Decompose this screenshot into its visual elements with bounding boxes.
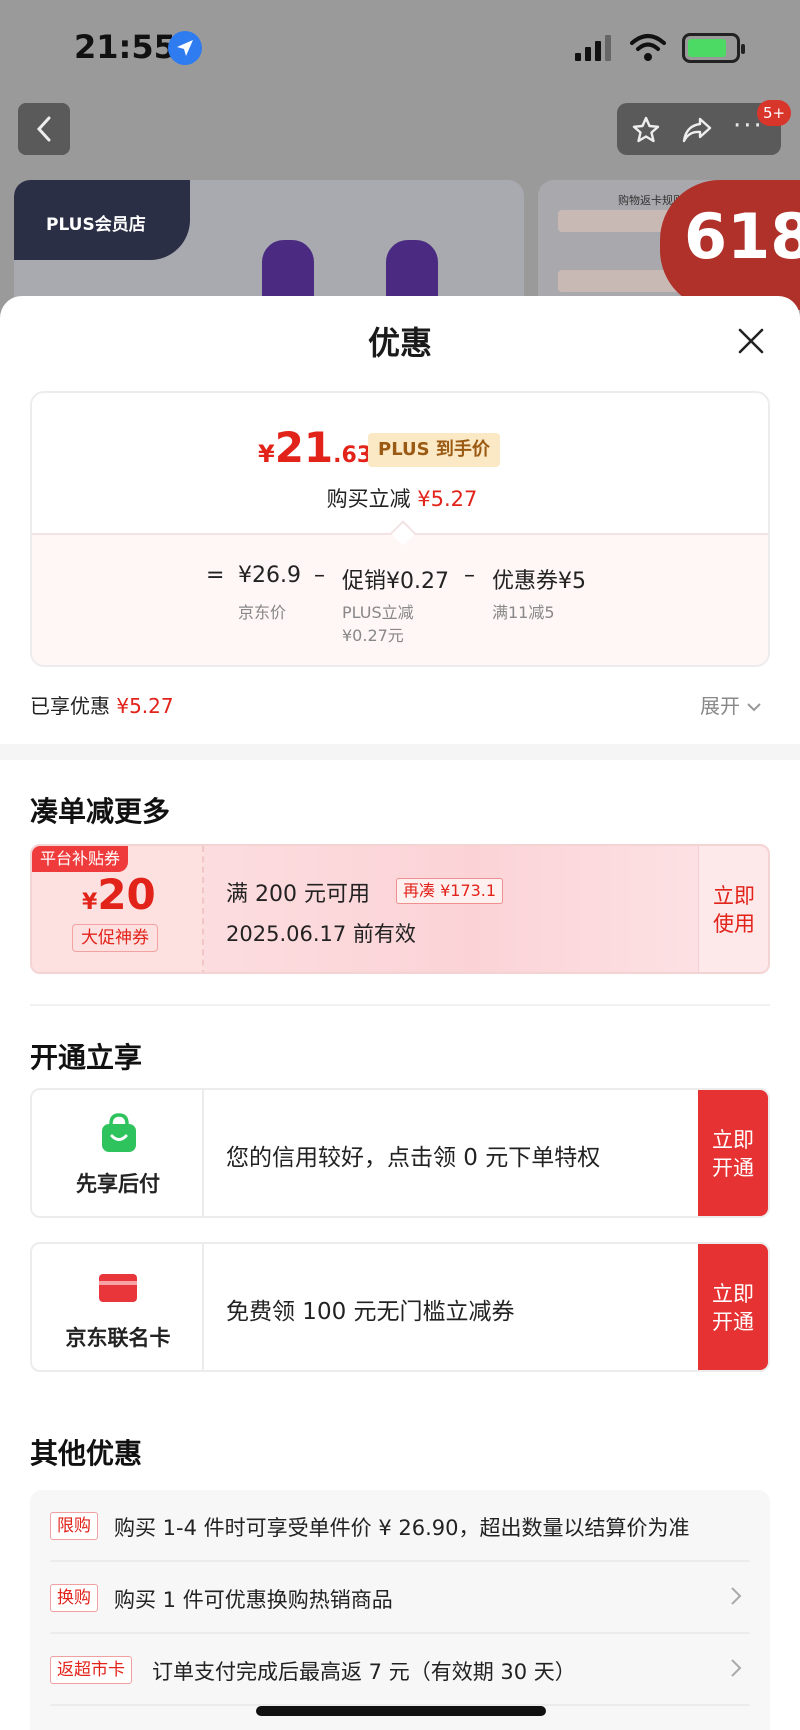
chevron-right-icon — [731, 1659, 742, 1677]
coupon-tag: 平台补贴券 — [32, 846, 129, 872]
calc-minus: – — [314, 563, 325, 588]
service-name: 京东联名卡 — [65, 1326, 171, 1350]
offer-text: 订单支付完成后最高返 7 元（有效期 30 天） — [152, 1660, 576, 1684]
section-title-more: 凑单减更多 — [30, 795, 171, 828]
discount-sheet: 优惠 ¥21.63 PLUS 到手价 购买立减 ¥5.27 = ¥26.9 – … — [0, 296, 800, 1730]
offer-text: 购买 1-4 件时可享受单件价 ¥ 26.90，超出数量以结算价为准 — [114, 1516, 690, 1540]
other-offers-list: 限购 购买 1-4 件时可享受单件价 ¥ 26.90，超出数量以结算价为准 换购… — [30, 1490, 770, 1730]
badge-618: 618 — [660, 180, 800, 310]
instant-reduction: 购买立减 ¥5.27 — [326, 487, 478, 511]
section-title-other: 其他优惠 — [30, 1437, 143, 1470]
service-desc: 您的信用较好，点击领 0 元下单特权 — [226, 1145, 601, 1171]
shopping-bag-icon — [102, 1113, 136, 1152]
platform-coupon: 平台补贴券 ¥20 大促神券 满 200 元可用 再凑 ¥173.1 2025.… — [30, 844, 770, 974]
calc-jd-price-label: 京东价 — [238, 603, 287, 622]
section-title-open: 开通立享 — [30, 1041, 143, 1074]
home-indicator[interactable] — [256, 1706, 546, 1716]
divider — [30, 1004, 770, 1006]
service-desc: 免费领 100 元无门槛立减券 — [226, 1299, 515, 1325]
open-service-button[interactable]: 立即 开通 — [698, 1244, 768, 1370]
use-coupon-button[interactable]: 立即 使用 — [698, 846, 768, 972]
chevron-left-icon — [36, 116, 51, 142]
section-divider — [0, 744, 800, 760]
chevron-right-icon — [731, 1587, 742, 1605]
calc-promo: 促销¥0.27 — [342, 569, 449, 594]
plus-store-label: PLUS会员店 — [14, 180, 190, 260]
battery-charging-icon — [682, 33, 745, 63]
calc-jd-price: ¥26.9 — [238, 563, 301, 588]
expand-button[interactable]: 展开 — [700, 690, 762, 719]
status-time: 21:55 — [74, 28, 176, 66]
service-card-pay-later[interactable]: 先享后付 您的信用较好，点击领 0 元下单特权 立即 开通 — [30, 1088, 770, 1218]
calc-equals: = — [206, 563, 225, 588]
calc-coupon-sub: 满11减5 — [492, 603, 555, 622]
location-arrow-icon — [168, 31, 202, 65]
offer-tag: 限购 — [50, 1512, 98, 1540]
enjoyed-discount: 已享优惠 ¥5.27 — [30, 694, 174, 718]
message-count-badge: 5+ — [757, 100, 792, 126]
price-calculation: = ¥26.9 – 促销¥0.27 – 优惠券¥5 京东价 PLUS立减 ¥0.… — [32, 533, 768, 665]
coupon-kind: 大促神券 — [72, 924, 158, 952]
credit-card-icon — [99, 1274, 137, 1302]
calc-coupon: 优惠券¥5 — [492, 569, 586, 594]
star-icon[interactable] — [631, 115, 661, 145]
offer-tag: 换购 — [50, 1584, 98, 1612]
chevron-down-icon — [747, 703, 762, 712]
share-icon[interactable] — [681, 115, 713, 145]
coupon-remaining: 再凑 ¥173.1 — [396, 878, 504, 904]
close-icon[interactable] — [736, 326, 766, 356]
cellular-signal-icon — [575, 35, 611, 61]
offer-tag: 返超市卡 — [50, 1656, 132, 1684]
status-bar: 21:55 — [0, 0, 800, 96]
list-item[interactable]: 返超市卡 订单支付完成后最高返 7 元（有效期 30 天） — [30, 1634, 770, 1706]
list-item: 限购 购买 1-4 件时可享受单件价 ¥ 26.90，超出数量以结算价为准 — [30, 1490, 770, 1562]
service-card-jd-card[interactable]: 京东联名卡 免费领 100 元无门槛立减券 立即 开通 — [30, 1242, 770, 1372]
back-button[interactable] — [18, 103, 70, 155]
coupon-validity: 2025.06.17 前有效 — [226, 922, 416, 946]
calc-promo-sub: PLUS立减 ¥0.27元 — [342, 603, 414, 645]
price-breakdown-card: ¥21.63 PLUS 到手价 购买立减 ¥5.27 = ¥26.9 – 促销¥… — [30, 391, 770, 667]
list-item[interactable]: 换购 购买 1 件可优惠换购热销商品 — [30, 1562, 770, 1634]
open-service-button[interactable]: 立即 开通 — [698, 1090, 768, 1216]
wifi-icon — [630, 34, 666, 61]
plus-price-tag: PLUS 到手价 — [368, 433, 500, 467]
coupon-value: ¥20 — [82, 870, 156, 919]
offer-text: 购买 1 件可优惠换购热销商品 — [114, 1588, 393, 1612]
calc-minus: – — [464, 563, 475, 588]
coupon-condition: 满 200 元可用 — [226, 882, 370, 907]
service-name: 先享后付 — [76, 1172, 160, 1196]
final-price: ¥21.63 — [258, 423, 373, 472]
sheet-title: 优惠 — [367, 324, 432, 362]
